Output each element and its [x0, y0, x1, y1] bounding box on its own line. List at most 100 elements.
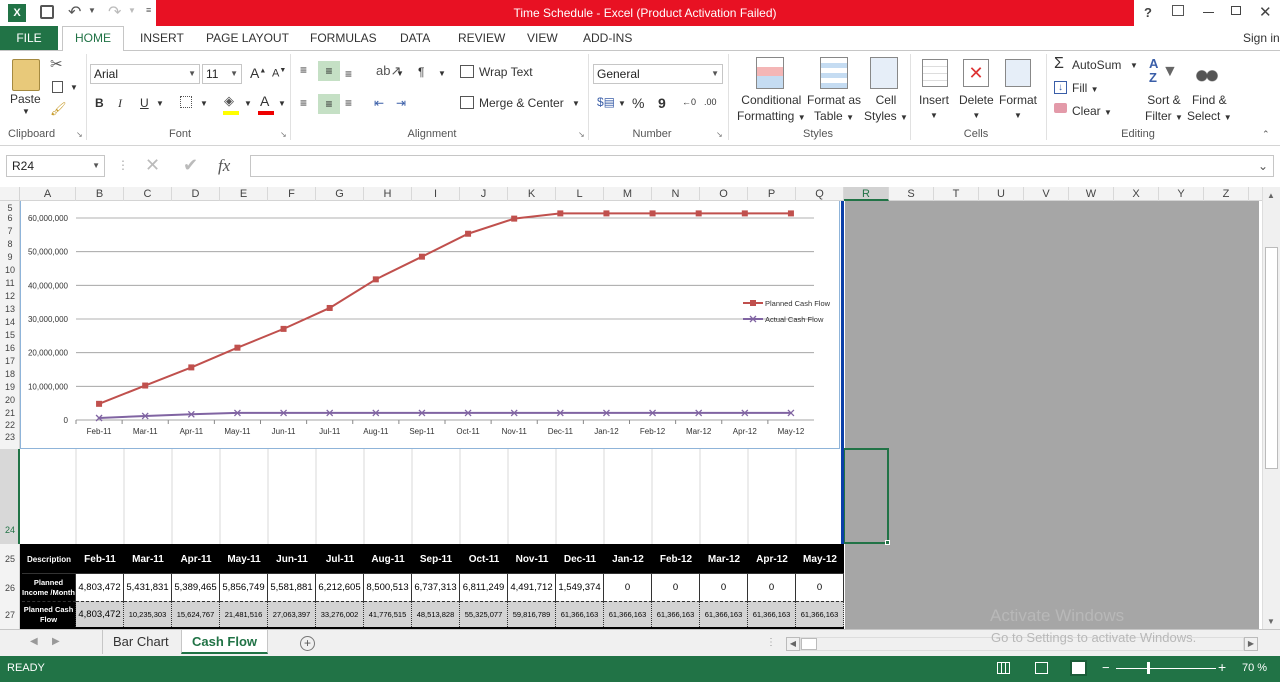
planned-cash-flow-row-cell[interactable]: 10,235,303	[124, 601, 172, 627]
sort-filter-icon[interactable]: AZ	[1149, 57, 1158, 85]
binoculars-icon[interactable]	[1194, 59, 1220, 83]
column-header-s[interactable]: S	[889, 187, 934, 201]
number-launcher-icon[interactable]: ↘	[716, 130, 723, 139]
planned-cash-flow-row-cell[interactable]: 61,366,163	[700, 601, 748, 627]
empty-cells-row-24[interactable]	[20, 449, 845, 544]
row-header-9[interactable]: 9	[0, 252, 20, 262]
table-header-cell[interactable]: Aug-11	[364, 546, 412, 573]
clear-icon[interactable]	[1054, 103, 1067, 113]
prev-sheet-icon[interactable]: ◀	[30, 636, 38, 647]
zoom-slider-thumb[interactable]	[1147, 662, 1150, 674]
table-header-label[interactable]: Description	[22, 546, 76, 573]
planned-income-row-cell[interactable]: 6,737,313	[412, 573, 460, 601]
conditional-formatting-button[interactable]: Conditional Formatting ▼	[737, 92, 806, 126]
fill-color-dropdown-icon[interactable]: ▼	[244, 99, 252, 108]
format-as-table-button[interactable]: Format as Table ▼	[807, 92, 861, 126]
decrease-indent-icon[interactable]: ⇤	[374, 96, 384, 110]
column-header-u[interactable]: U	[979, 187, 1024, 201]
column-header-c[interactable]: C	[124, 187, 172, 201]
fill-handle[interactable]	[885, 540, 890, 545]
planned-cash-flow-row-cell[interactable]: 55,325,077	[460, 601, 508, 627]
column-header-a[interactable]: A	[20, 187, 76, 201]
font-color-dropdown-icon[interactable]: ▼	[278, 99, 286, 108]
table-header-cell[interactable]: Dec-11	[556, 546, 604, 573]
column-header-r[interactable]: R	[844, 187, 889, 201]
column-header-m[interactable]: M	[604, 187, 652, 201]
merge-center-icon[interactable]	[460, 96, 474, 109]
scroll-thumb[interactable]	[1265, 247, 1278, 469]
rtl-icon[interactable]: ¶	[418, 65, 424, 79]
column-header-p[interactable]: P	[748, 187, 796, 201]
column-header-i[interactable]: I	[412, 187, 460, 201]
vertical-scrollbar[interactable]: ▲ ▼	[1262, 187, 1280, 629]
planned-income-row-cell[interactable]: 0	[604, 573, 652, 601]
column-header-d[interactable]: D	[172, 187, 220, 201]
planned-income-row-label[interactable]: Planned Income /Month	[22, 573, 76, 601]
percent-button[interactable]: %	[632, 95, 644, 111]
planned-cash-flow-row-cell[interactable]: 61,366,163	[652, 601, 700, 627]
column-header-v[interactable]: V	[1024, 187, 1069, 201]
table-header-cell[interactable]: Jun-11	[268, 546, 316, 573]
tab-add-ins[interactable]: ADD-INS	[583, 26, 632, 50]
column-header-k[interactable]: K	[508, 187, 556, 201]
align-left-icon[interactable]: ≡	[300, 96, 307, 110]
planned-cash-flow-row-cell[interactable]: 61,366,163	[748, 601, 796, 627]
planned-income-row-cell[interactable]: 5,389,465	[172, 573, 220, 601]
new-sheet-icon[interactable]: +	[300, 636, 315, 651]
collapse-ribbon-icon[interactable]: ⌃	[1262, 129, 1270, 140]
planned-cash-flow-row-cell[interactable]: 15,624,767	[172, 601, 220, 627]
formula-input[interactable]	[250, 155, 1274, 177]
accounting-format-icon[interactable]: $▤	[597, 95, 615, 109]
font-launcher-icon[interactable]: ↘	[280, 130, 287, 139]
fill-icon[interactable]: ↓	[1054, 81, 1067, 94]
column-header-q[interactable]: Q	[796, 187, 844, 201]
format-cells-icon[interactable]	[1005, 59, 1031, 87]
column-header-g[interactable]: G	[316, 187, 364, 201]
clear-button[interactable]: Clear ▼	[1072, 104, 1112, 118]
row-header-19[interactable]: 19	[0, 382, 20, 392]
paste-dropdown-icon[interactable]: ▼	[22, 107, 30, 116]
copy-dropdown-icon[interactable]: ▼	[70, 83, 78, 92]
save-icon[interactable]	[40, 5, 54, 19]
tab-split-handle[interactable]: ⋮	[766, 637, 776, 648]
paste-icon[interactable]	[12, 59, 40, 91]
planned-income-row-cell[interactable]: 5,581,881	[268, 573, 316, 601]
row-header-22[interactable]: 22	[0, 420, 20, 430]
increase-font-icon[interactable]: A▲	[250, 65, 266, 81]
column-header-w[interactable]: W	[1069, 187, 1114, 201]
planned-income-row-cell[interactable]: 6,811,249	[460, 573, 508, 601]
row-header-13[interactable]: 13	[0, 304, 20, 314]
tab-data[interactable]: DATA	[400, 26, 430, 50]
close-icon[interactable]: ✕	[1259, 3, 1272, 21]
planned-cash-flow-row-cell[interactable]: 48,513,828	[412, 601, 460, 627]
wrap-text-icon[interactable]	[460, 65, 474, 78]
minimize-icon[interactable]	[1203, 12, 1214, 13]
hscroll-thumb[interactable]	[801, 638, 817, 650]
format-painter-icon[interactable]: 🖌	[50, 101, 67, 117]
table-header-cell[interactable]: Mar-12	[700, 546, 748, 573]
planned-income-row-cell[interactable]: 0	[748, 573, 796, 601]
planned-cash-flow-row-cell[interactable]: 61,366,163	[796, 601, 844, 627]
hscroll-right-icon[interactable]: ▶	[1244, 637, 1258, 651]
sheet-tab-cash-flow[interactable]: Cash Flow	[181, 630, 269, 654]
table-header-cell[interactable]: Feb-12	[652, 546, 700, 573]
tab-formulas[interactable]: FORMULAS	[310, 26, 377, 50]
cut-icon[interactable]: ✂	[50, 55, 63, 73]
borders-icon[interactable]	[180, 96, 192, 108]
tab-home[interactable]: HOME	[62, 26, 124, 51]
table-header-cell[interactable]: Sep-11	[412, 546, 460, 573]
delete-cells-icon[interactable]: ✕	[963, 59, 989, 87]
expand-formula-bar-icon[interactable]: ⌄	[1258, 159, 1268, 173]
font-size-combo[interactable]: 11 ▼	[202, 64, 242, 84]
autosum-icon[interactable]: Σ	[1054, 55, 1064, 73]
normal-view-icon[interactable]	[997, 662, 1010, 674]
select-all-corner[interactable]	[0, 187, 20, 201]
fill-button[interactable]: Fill ▼	[1072, 81, 1099, 95]
planned-income-row-cell[interactable]: 5,431,831	[124, 573, 172, 601]
next-sheet-icon[interactable]: ▶	[52, 636, 60, 647]
confirm-entry-icon[interactable]: ✔	[183, 155, 198, 176]
table-header-cell[interactable]: May-11	[220, 546, 268, 573]
table-header-cell[interactable]: May-12	[796, 546, 844, 573]
row-header-12[interactable]: 12	[0, 291, 20, 301]
sort-filter-button[interactable]: Sort & Filter ▼	[1145, 92, 1183, 126]
